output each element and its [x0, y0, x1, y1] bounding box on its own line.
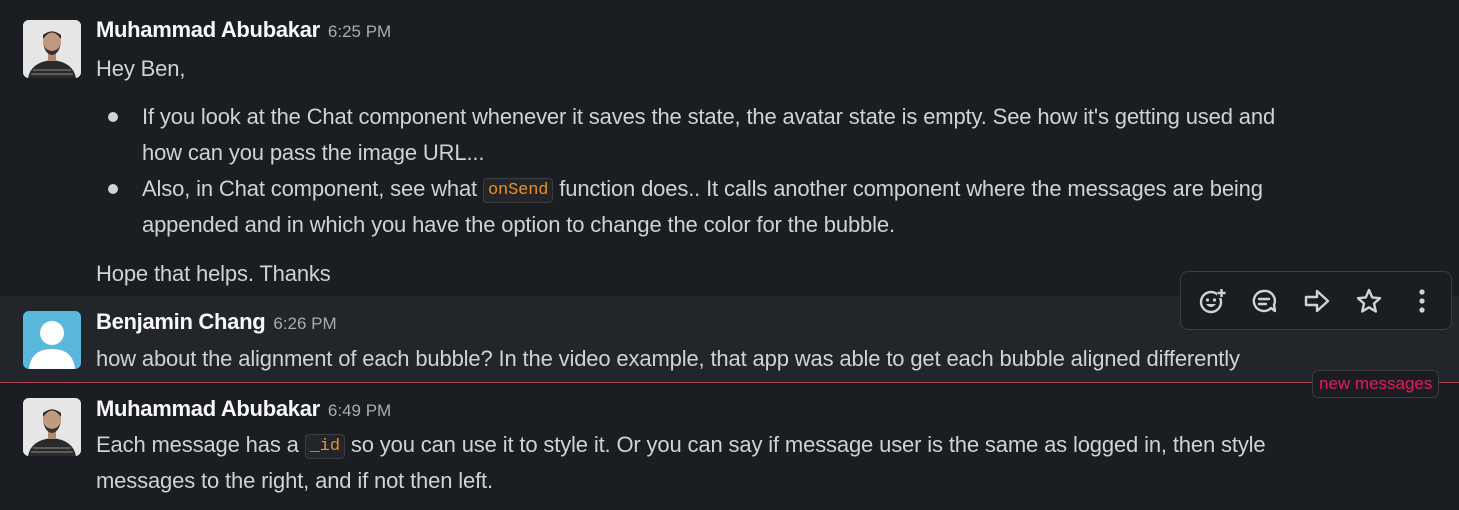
- more-actions-icon: [1419, 289, 1425, 313]
- message-text: how about the alignment of each bubble? …: [96, 346, 1240, 371]
- message-text: Hey Ben,: [96, 56, 186, 81]
- avatar-muhammad[interactable]: [23, 20, 81, 78]
- text-segment: Also, in Chat component, see what: [142, 176, 478, 201]
- save-star-icon: [1356, 288, 1382, 313]
- inline-code: _id: [304, 434, 345, 459]
- default-user-icon: [29, 321, 75, 369]
- author-name[interactable]: Muhammad Abubakar: [96, 17, 320, 42]
- text-segment: Each message has a: [96, 432, 299, 457]
- message-actions-toolbar: [1180, 271, 1452, 330]
- user-photo-icon: [23, 20, 81, 78]
- share-message-button[interactable]: [1300, 284, 1334, 318]
- bullet-dot: [108, 184, 118, 194]
- bullet-dot: [108, 112, 118, 122]
- text-segment: function does.. It calls another compone…: [559, 176, 1263, 201]
- message-line-1: Each message has a _id so you can use it…: [96, 432, 1266, 459]
- more-actions-button[interactable]: [1405, 284, 1439, 318]
- new-messages-divider: [0, 382, 1459, 383]
- save-star-button[interactable]: [1352, 284, 1386, 318]
- avatar-benjamin[interactable]: [23, 311, 81, 369]
- reply-thread-button[interactable]: [1247, 284, 1281, 318]
- timestamp[interactable]: 6:25 PM: [328, 22, 391, 41]
- message-line-2: messages to the right, and if not then l…: [96, 468, 493, 493]
- add-reaction-button[interactable]: [1195, 284, 1229, 318]
- list-item-1-line-2: how can you pass the image URL...: [142, 140, 485, 165]
- timestamp[interactable]: 6:26 PM: [273, 314, 336, 333]
- list-item-2-line-2: appended and in which you have the optio…: [142, 212, 895, 237]
- message-1: Muhammad Abubakar 6:25 PM Hey Ben, If you…: [0, 0, 1459, 296]
- text-segment: so you can use it to style it. Or you ca…: [350, 432, 1266, 457]
- user-photo-icon: [23, 398, 81, 456]
- add-reaction-icon: [1199, 289, 1226, 314]
- author-name[interactable]: Muhammad Abubakar: [96, 396, 320, 421]
- reply-thread-icon: [1252, 289, 1277, 313]
- share-message-icon: [1304, 289, 1330, 313]
- message-3: Muhammad Abubakar 6:49 PM Each message ha…: [0, 384, 1459, 510]
- list-item-1-line-1: If you look at the Chat component whenev…: [142, 104, 1276, 129]
- message-text: Hope that helps. Thanks: [96, 261, 331, 286]
- list-item-2-line-1: Also, in Chat component, see what onSend…: [142, 176, 1263, 203]
- inline-code: onSend: [483, 178, 554, 203]
- author-name[interactable]: Benjamin Chang: [96, 309, 266, 334]
- timestamp[interactable]: 6:49 PM: [328, 401, 391, 420]
- avatar-muhammad[interactable]: [23, 398, 81, 456]
